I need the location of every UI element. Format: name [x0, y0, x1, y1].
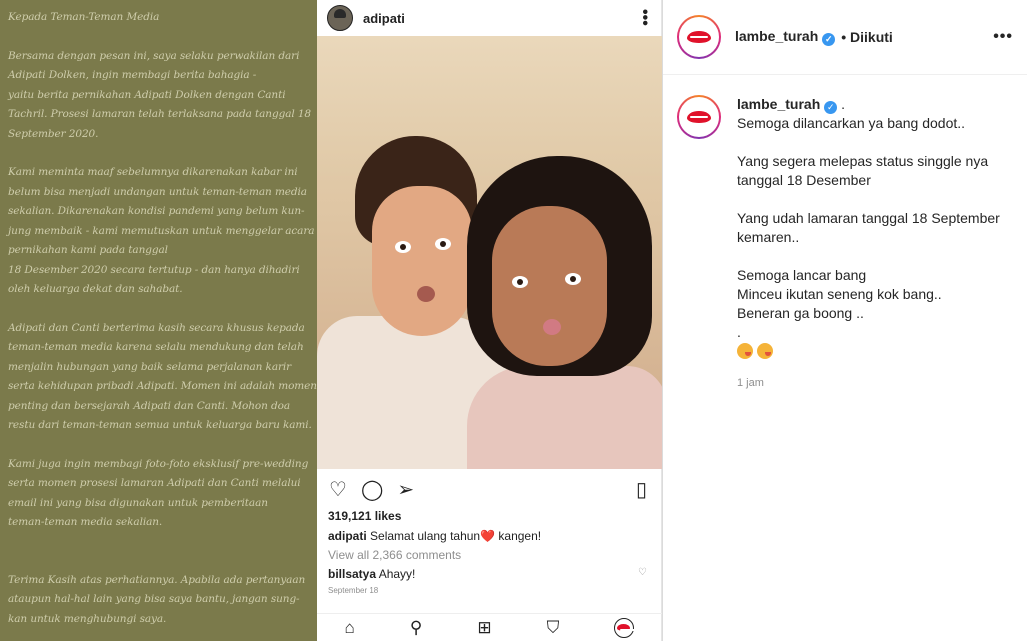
caption-body: Semoga dilancarkan ya bang dodot.. Yang … [737, 115, 1000, 340]
more-options-icon[interactable]: ••• [636, 9, 653, 26]
statement-line: yaitu berita pernikahan Adipati Dolken d… [8, 88, 286, 101]
home-icon[interactable]: ⌂ [345, 618, 355, 638]
post-username[interactable]: adipati [363, 11, 405, 26]
post-header: adipati ••• [317, 0, 661, 36]
avatar[interactable] [327, 5, 353, 31]
statement-line: Adipati dan Canti berterima kasih secara… [8, 321, 305, 334]
bottom-navbar: ⌂ ⚲ ⊞ ⛉ [317, 613, 662, 641]
statement-line: oleh keluarga dekat dan sahabat. [8, 283, 183, 295]
caption-heart: ❤️ [480, 529, 496, 543]
profile-avatar-icon[interactable] [614, 617, 639, 638]
comment-like-icon[interactable]: ♡ [638, 567, 647, 578]
heart-icon[interactable]: ♡ [329, 477, 347, 502]
statement-line: serta momen prosesi lamaran Adipati dan … [8, 477, 301, 489]
caption-text: Selamat ulang tahun [370, 529, 481, 543]
post-detail-panel: lambe_turah ✓ • Diikuti ••• lambe_turah ✓ … [662, 0, 1027, 641]
statement-line: pernikahan kami pada tanggal [8, 244, 168, 256]
verified-badge-icon: ✓ [822, 33, 836, 46]
statement-line: belum bisa menjadi undangan untuk teman-… [8, 185, 307, 198]
statement-line: email ini yang bisa digunakan untuk pemb… [8, 496, 268, 509]
likes-count[interactable]: 319,121 likes [317, 509, 661, 529]
add-post-icon[interactable]: ⊞ [477, 618, 491, 638]
caption-username[interactable]: adipati [328, 529, 367, 543]
post-time[interactable]: 1 jam [737, 377, 1013, 389]
post-photo [317, 36, 662, 469]
caption-text-end: kangen! [495, 529, 542, 543]
statement-line: Kami juga ingin membagi foto-foto eksklu… [8, 457, 309, 470]
view-all-comments-link[interactable]: View all 2,366 comments [317, 548, 661, 567]
bookmark-icon[interactable]: ▯ [636, 477, 647, 502]
caption-block: lambe_turah ✓ . Semoga dilancarkan ya ban… [663, 75, 1027, 389]
comment-username[interactable]: billsatya [328, 567, 376, 581]
statement-line: Terima Kasih atas perhatiannya. Apabila … [8, 573, 306, 586]
statement-line: kan untuk menghubungi saya. [8, 612, 167, 625]
caption-username[interactable]: lambe_turah [737, 96, 820, 112]
verified-badge-icon: ✓ [824, 101, 838, 114]
share-icon[interactable]: ➢ [397, 477, 414, 502]
statement-line: restu dari teman-teman semua untuk kelua… [8, 419, 312, 431]
avatar[interactable] [677, 95, 721, 139]
comment-row: billsatya Ahayy! ♡ [317, 567, 661, 586]
avatar[interactable] [677, 15, 721, 59]
search-icon[interactable]: ⚲ [410, 618, 422, 638]
statement-line: menjalin hubungan yang baik selama perja… [8, 360, 292, 373]
caption-text: lambe_turah ✓ . Semoga dilancarkan ya ban… [737, 95, 1013, 361]
statement-line: jung membaik - kami memutuskan untuk men… [8, 224, 315, 237]
statement-line: Adipati Dolken, ingin membagi berita bah… [8, 69, 257, 81]
phone-post-screenshot: adipati ••• ♡ ◯ ➢ ▯ 319,121 likes adipat… [317, 0, 662, 641]
statement-line: 18 Desember 2020 secara tertutup - dan h… [8, 263, 300, 276]
more-options-icon[interactable]: ••• [993, 28, 1013, 46]
statement-line: Kepada Teman-Teman Media [8, 11, 160, 23]
shop-icon[interactable]: ⛉ [547, 618, 560, 638]
comment-icon[interactable]: ◯ [361, 477, 383, 502]
panel-header: lambe_turah ✓ • Diikuti ••• [663, 0, 1027, 75]
statement-line: ataupun hal-hal lain yang bisa saya bant… [8, 593, 300, 605]
statement-line: sekalian. Dikarenakan kondisi pandemi ya… [8, 205, 305, 217]
follow-status[interactable]: • Diikuti [841, 29, 893, 45]
statement-line: Bersama dengan pesan ini, saya selaku pe… [8, 49, 300, 62]
post-caption: adipati Selamat ulang tahun❤️ kangen! [317, 529, 661, 548]
statement-line: teman-teman media karena selalu mendukun… [8, 341, 304, 353]
emoji-icon [737, 343, 753, 359]
statement-line: Kami meminta maaf sebelumnya dikarenakan… [8, 166, 298, 178]
panel-username[interactable]: lambe_turah ✓ [735, 28, 836, 46]
comment-text: Ahayy! [378, 567, 416, 581]
statement-line: Tachril. Prosesi lamaran telah terlaksan… [8, 108, 312, 120]
screenshot-root: Kepada Teman-Teman Media Bersama dengan p… [0, 0, 1027, 641]
statement-line: penting dan bersejarah Adipati dan Canti… [8, 399, 291, 412]
statement-line: teman-teman media sekalian. [8, 516, 163, 528]
press-statement-image: Kepada Teman-Teman Media Bersama dengan p… [0, 0, 317, 641]
statement-line: September 2020. [8, 127, 99, 140]
post-actions: ♡ ◯ ➢ ▯ [317, 469, 661, 509]
statement-line: serta kehidupan pribadi Adipati. Momen i… [8, 380, 317, 392]
emoji-icon [757, 343, 773, 359]
post-date: September 18 [328, 586, 379, 595]
